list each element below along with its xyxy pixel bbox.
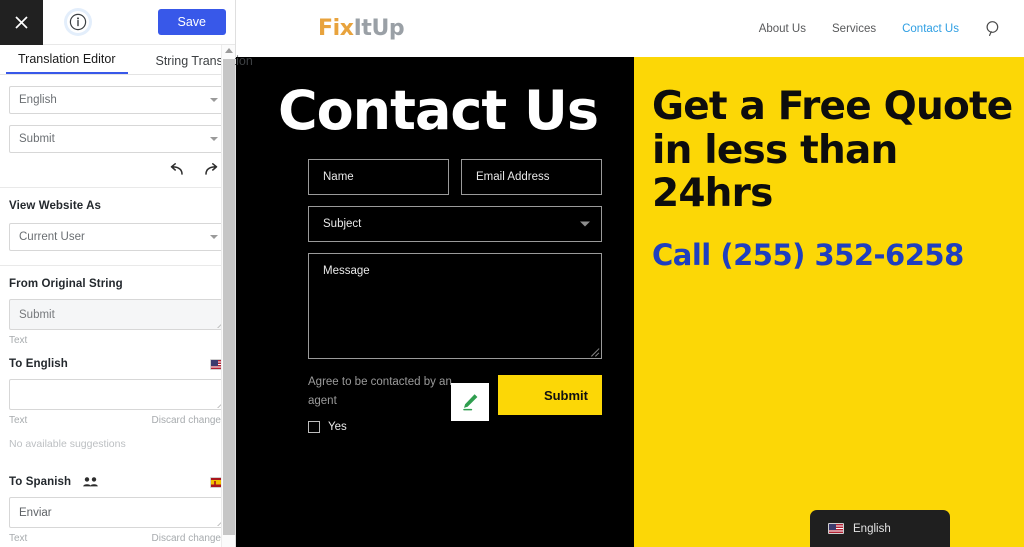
screen-root: Save Translation Editor String Translati… <box>0 0 1024 547</box>
language-switcher-label: English <box>853 522 891 535</box>
view-website-as-select[interactable]: Current User <box>9 223 226 251</box>
hero-section: Contact Us Name Email Address Subject Me… <box>236 57 1024 547</box>
original-string-value: Submit <box>19 308 55 321</box>
undo-redo-group <box>0 153 235 188</box>
view-website-as-label: View Website As <box>9 200 102 212</box>
to-english-header: To English <box>0 358 235 370</box>
original-type-label: Text <box>9 335 28 346</box>
promo-heading: Get a Free Quote in less than 24hrs <box>652 84 1013 217</box>
form-row-name-email: Name Email Address <box>308 159 602 196</box>
redo-arrow-icon[interactable] <box>202 163 221 178</box>
submit-cluster: Submit <box>451 375 602 422</box>
info-icon[interactable] <box>67 11 89 33</box>
email-input-placeholder: Email Address <box>476 171 550 184</box>
wpml-translation-sidebar: Save Translation Editor String Translati… <box>0 0 253 547</box>
chevron-down-icon <box>210 235 218 239</box>
to-english-type-label: Text <box>9 415 28 426</box>
logo-text-secondary: ItUp <box>353 16 405 41</box>
scroll-up-arrow-icon[interactable] <box>224 48 233 53</box>
subject-select[interactable]: Subject <box>308 206 602 243</box>
close-icon[interactable] <box>0 0 43 45</box>
to-spanish-header: To Spanish <box>0 476 235 488</box>
nav-item-services[interactable]: Services <box>832 23 876 35</box>
search-icon[interactable] <box>985 20 1002 37</box>
scrollbar-thumb[interactable] <box>223 59 235 535</box>
to-english-textarea[interactable] <box>9 379 226 410</box>
undo-arrow-icon[interactable] <box>167 163 186 178</box>
to-english-meta: Text Discard changes <box>0 410 235 426</box>
view-website-as-value: Current User <box>19 231 85 243</box>
contact-form-panel: Contact Us Name Email Address Subject Me… <box>236 57 634 547</box>
resize-grip-icon[interactable] <box>590 347 599 356</box>
chevron-down-icon <box>580 221 590 227</box>
to-english-suggestions: No available suggestions <box>9 438 126 450</box>
promo-panel: Get a Free Quote in less than 24hrs Call… <box>634 57 1024 547</box>
message-placeholder: Message <box>323 265 370 278</box>
us-flag-icon <box>828 523 844 534</box>
agree-checkbox-label: Yes <box>328 421 347 434</box>
wpml-tab-bar: Translation Editor String Translation <box>0 45 253 75</box>
agree-checkbox-row[interactable]: Yes <box>308 421 468 434</box>
agree-submit-row: Agree to be contacted by an agent Yes Su… <box>308 373 602 434</box>
message-textarea[interactable]: Message <box>308 253 602 360</box>
website-preview: FixItUp About Us Services Contact Us Con… <box>236 0 1024 547</box>
to-spanish-meta: Text Discard changes <box>0 528 235 544</box>
to-spanish-value: Enviar <box>19 506 52 519</box>
save-button[interactable]: Save <box>157 9 226 35</box>
submit-button[interactable]: Submit <box>498 375 602 416</box>
chevron-down-icon <box>210 137 218 141</box>
email-input[interactable]: Email Address <box>461 159 602 196</box>
original-string-textarea[interactable]: Submit <box>9 299 226 330</box>
to-spanish-type-label: Text <box>9 533 28 544</box>
wpml-sidebar-body: English Submit View Website As Current U… <box>0 86 235 547</box>
nav-item-about-us[interactable]: About Us <box>759 23 806 35</box>
name-input[interactable]: Name <box>308 159 449 196</box>
logo-text-primary: Fix <box>318 16 354 41</box>
to-english-label: To English <box>9 358 68 370</box>
to-spanish-discard-changes[interactable]: Discard changes <box>152 533 226 544</box>
name-input-placeholder: Name <box>323 171 354 184</box>
to-spanish-textarea[interactable]: Enviar <box>9 497 226 528</box>
nav-item-contact-us[interactable]: Contact Us <box>902 23 959 35</box>
pencil-edit-icon[interactable] <box>451 383 489 422</box>
tab-translation-editor[interactable]: Translation Editor <box>6 45 128 74</box>
language-select-value: English <box>19 94 57 106</box>
people-icon <box>83 477 98 487</box>
page-title: Contact Us <box>277 79 599 142</box>
subject-select-placeholder: Subject <box>323 218 362 231</box>
site-nav: About Us Services Contact Us <box>759 20 1002 37</box>
language-switcher[interactable]: English <box>810 510 950 547</box>
promo-phone-link[interactable]: Call (255) 352-6258 <box>652 238 1024 273</box>
agree-checkbox[interactable] <box>308 421 320 434</box>
wpml-toolbar: Save <box>0 0 235 45</box>
site-logo[interactable]: FixItUp <box>318 16 405 41</box>
site-header: FixItUp About Us Services Contact Us <box>236 0 1024 57</box>
chevron-down-icon <box>210 98 218 102</box>
sidebar-scrollbar[interactable] <box>221 45 235 547</box>
from-original-string-label: From Original String <box>9 278 123 290</box>
language-select[interactable]: English <box>9 86 226 114</box>
string-select[interactable]: Submit <box>9 125 226 153</box>
original-string-meta: Text <box>0 330 235 346</box>
contact-form: Name Email Address Subject Message Agree… <box>236 137 618 434</box>
agree-block: Agree to be contacted by an agent Yes <box>308 373 468 434</box>
agree-text: Agree to be contacted by an agent <box>308 376 452 408</box>
string-select-value: Submit <box>19 133 55 145</box>
to-spanish-label: To Spanish <box>9 476 72 488</box>
tab-string-translation[interactable]: String Translation <box>144 45 265 74</box>
to-english-discard-changes[interactable]: Discard changes <box>152 415 226 426</box>
